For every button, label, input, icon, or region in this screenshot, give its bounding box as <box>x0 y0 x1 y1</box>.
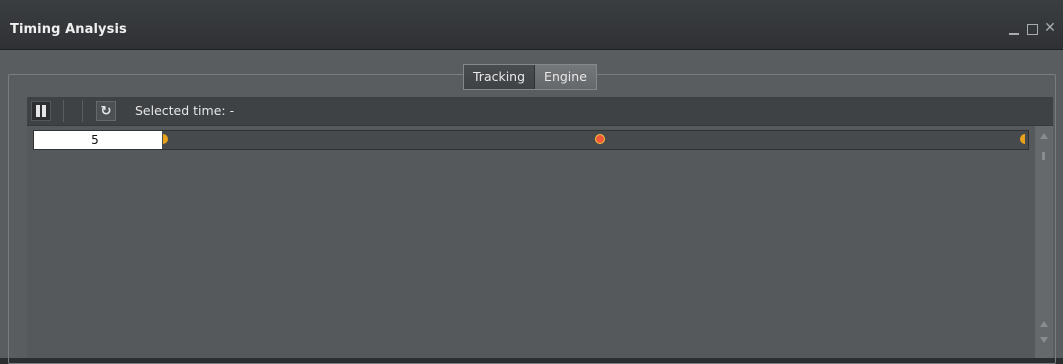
window-title: Timing Analysis <box>10 22 127 37</box>
tab-tracking[interactable]: Tracking <box>464 65 536 89</box>
refresh-button[interactable]: ↻ <box>96 101 116 121</box>
end-marker-icon[interactable] <box>1020 134 1025 144</box>
window-controls: ✕ <box>1007 20 1057 36</box>
tab-bar: Tracking Engine <box>463 64 597 90</box>
close-icon: ✕ <box>1044 20 1056 36</box>
scroll-up-icon[interactable] <box>1040 133 1048 139</box>
maximize-button[interactable] <box>1025 20 1039 36</box>
timeline-track[interactable]: 5 <box>33 130 1029 150</box>
toolbar: ↻ Selected time: - <box>27 97 1053 126</box>
toolbar-divider <box>82 100 83 122</box>
selected-time-label: Selected time: - <box>135 103 235 118</box>
pause-icon <box>35 105 47 117</box>
toolbar-divider <box>63 100 64 122</box>
vertical-scrollbar[interactable] <box>1035 126 1053 358</box>
timeline-area <box>27 126 1035 358</box>
scroll-down-icon[interactable] <box>1040 337 1048 343</box>
minimize-button[interactable] <box>1007 20 1021 36</box>
refresh-icon: ↻ <box>100 103 112 119</box>
timing-analysis-window: Timing Analysis ✕ Tracking Engine ↻ Sele… <box>0 0 1063 364</box>
scroll-up-icon[interactable] <box>1040 321 1048 327</box>
tab-engine[interactable]: Engine <box>535 65 596 89</box>
minimize-icon <box>1009 24 1019 35</box>
maximize-icon <box>1026 24 1038 35</box>
track-value-field[interactable]: 5 <box>34 131 162 149</box>
title-bar: Timing Analysis ✕ <box>0 0 1063 50</box>
start-marker-icon[interactable] <box>163 134 168 144</box>
close-button[interactable]: ✕ <box>1043 20 1057 36</box>
pause-button[interactable] <box>31 101 51 121</box>
scroll-thumb[interactable] <box>1042 152 1045 160</box>
center-marker-icon[interactable] <box>595 134 605 144</box>
